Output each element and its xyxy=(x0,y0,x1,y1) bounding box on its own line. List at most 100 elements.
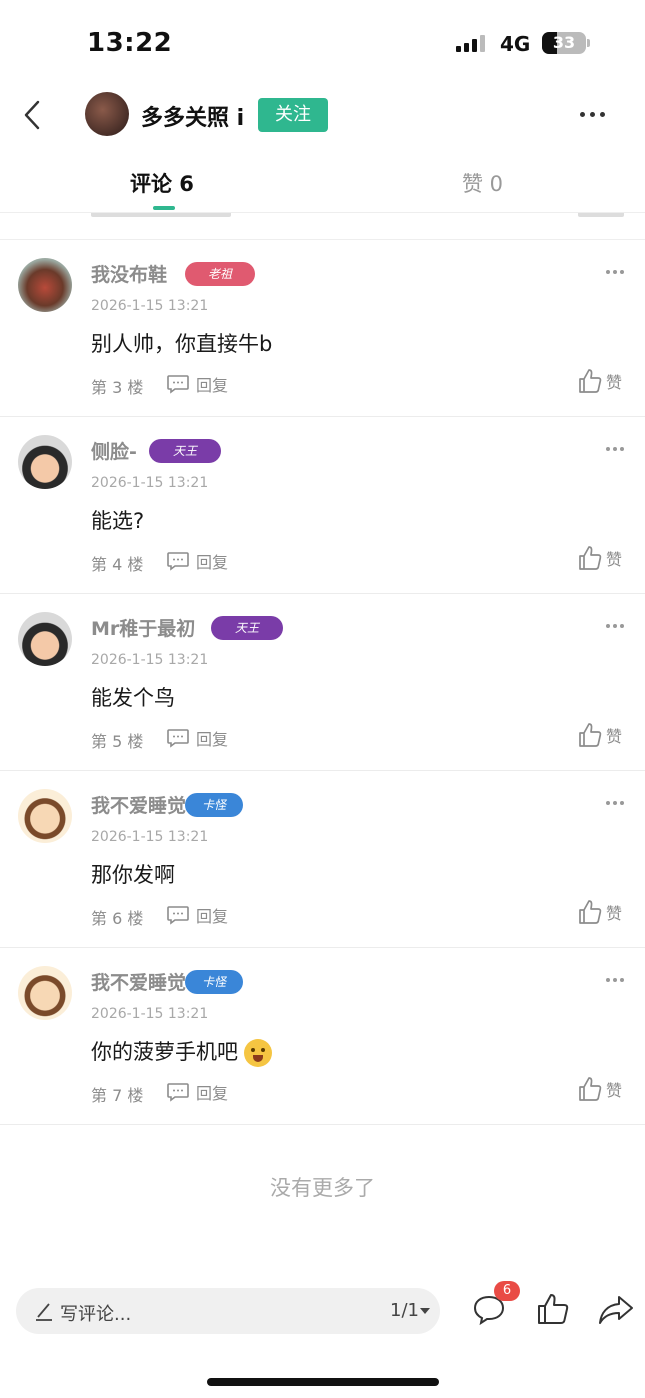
reply-button[interactable]: 回复 xyxy=(166,1080,228,1104)
avatar[interactable] xyxy=(18,258,72,312)
commenter-name[interactable]: Mr稚于最初 xyxy=(91,614,195,641)
author-name[interactable]: 多多关照 i xyxy=(141,100,244,132)
reply-label: 回复 xyxy=(196,907,229,926)
like-button[interactable]: 赞 xyxy=(578,722,622,748)
avatar[interactable] xyxy=(18,435,72,489)
thumbs-up-icon xyxy=(579,369,602,393)
like-label: 赞 xyxy=(606,373,623,392)
reply-icon xyxy=(167,1083,189,1102)
floor-label: 第 6 楼 xyxy=(91,909,144,928)
home-indicator xyxy=(207,1378,439,1386)
comment-more-icon[interactable] xyxy=(606,978,624,982)
comment-time: 2026-1-15 13:21 xyxy=(91,298,209,314)
signal-icon xyxy=(456,34,485,52)
battery-label: 33 xyxy=(552,33,576,52)
back-icon[interactable] xyxy=(22,98,46,132)
tab-indicator xyxy=(153,206,175,210)
status-bar: 13:22 4G 33 xyxy=(0,0,645,88)
comment-time: 2026-1-15 13:21 xyxy=(91,829,209,845)
reply-label: 回复 xyxy=(196,553,229,572)
level-badge: 卡怪 xyxy=(185,793,243,817)
list-item: 侧脸- 天王 2026-1-15 13:21 能选? 第 4 楼 回复 赞 xyxy=(0,417,645,594)
list-item: 我不爱睡觉 卡怪 2026-1-15 13:21 你的菠萝手机吧 第 7 楼 回… xyxy=(0,948,645,1125)
comment-input[interactable]: 写评论... 1/1 xyxy=(16,1288,440,1334)
level-badge: 天王 xyxy=(211,616,283,640)
comment-count-badge: 6 xyxy=(494,1281,520,1301)
floor-label: 第 3 楼 xyxy=(91,378,144,397)
thumbs-up-icon[interactable] xyxy=(536,1292,570,1326)
page-indicator[interactable]: 1/1 xyxy=(390,1300,419,1321)
reply-icon xyxy=(167,375,189,394)
thumbs-up-icon xyxy=(579,723,602,747)
avatar[interactable] xyxy=(18,966,72,1020)
more-icon[interactable] xyxy=(580,104,608,124)
level-badge: 老祖 xyxy=(185,262,255,286)
reply-button[interactable]: 回复 xyxy=(166,549,228,573)
bottom-bar: 写评论... 1/1 6 xyxy=(0,1281,645,1338)
comment-time: 2026-1-15 13:21 xyxy=(91,652,209,668)
comment-text: 能选? xyxy=(91,509,145,533)
like-label: 赞 xyxy=(606,550,623,569)
like-label: 赞 xyxy=(606,1081,623,1100)
floor-label: 第 4 楼 xyxy=(91,555,144,574)
tab-likes[interactable]: 赞 0 xyxy=(462,168,503,198)
level-badge: 天王 xyxy=(149,439,221,463)
pencil-icon xyxy=(36,1303,52,1321)
comment-more-icon[interactable] xyxy=(606,624,624,628)
like-button[interactable]: 赞 xyxy=(578,368,622,394)
comment-more-icon[interactable] xyxy=(606,801,624,805)
status-time: 13:22 xyxy=(87,28,173,58)
reply-icon xyxy=(167,906,189,925)
battery-tip xyxy=(587,39,590,47)
comment-text: 你的菠萝手机吧 xyxy=(91,1036,272,1067)
battery-icon: 33 xyxy=(542,32,586,54)
avatar[interactable] xyxy=(18,612,72,666)
list-item: Mr稚于最初 天王 2026-1-15 13:21 能发个鸟 第 5 楼 回复 … xyxy=(0,594,645,771)
comment-more-icon[interactable] xyxy=(606,270,624,274)
reply-label: 回复 xyxy=(196,730,229,749)
floor-label: 第 7 楼 xyxy=(91,1086,144,1105)
like-label: 赞 xyxy=(606,904,623,923)
avatar[interactable] xyxy=(18,789,72,843)
thumbs-up-icon xyxy=(579,1077,602,1101)
reply-icon xyxy=(167,729,189,748)
list-item: 我不爱睡觉 卡怪 2026-1-15 13:21 那你发啊 第 6 楼 回复 赞 xyxy=(0,771,645,948)
reply-button[interactable]: 回复 xyxy=(166,903,228,927)
thumbs-up-icon xyxy=(579,900,602,924)
like-button[interactable]: 赞 xyxy=(578,545,622,571)
comment-text: 能发个鸟 xyxy=(91,686,175,710)
reply-label: 回复 xyxy=(196,376,229,395)
reply-button[interactable]: 回复 xyxy=(166,372,228,396)
commenter-name[interactable]: 侧脸- xyxy=(91,437,137,464)
level-badge: 卡怪 xyxy=(185,970,243,994)
network-label: 4G xyxy=(500,32,531,56)
comment-more-icon[interactable] xyxy=(606,447,624,451)
tab-bar: 评论 6 赞 0 xyxy=(0,160,645,212)
comment-input-placeholder: 写评论... xyxy=(60,1304,132,1325)
list-item: 我没布鞋 老祖 2026-1-15 13:21 别人帅，你直接牛b 第 3 楼 … xyxy=(0,240,645,417)
comment-time: 2026-1-15 13:21 xyxy=(91,475,209,491)
commenter-name[interactable]: 我不爱睡觉 xyxy=(91,968,186,995)
like-label: 赞 xyxy=(606,727,623,746)
drooling-emoji xyxy=(244,1039,272,1067)
like-button[interactable]: 赞 xyxy=(578,1076,622,1102)
end-of-list-text: 没有更多了 xyxy=(270,1176,375,1200)
share-icon[interactable] xyxy=(598,1294,634,1326)
comment-text: 那你发啊 xyxy=(91,863,175,887)
list-item-partial xyxy=(0,213,645,240)
reply-button[interactable]: 回复 xyxy=(166,726,228,750)
reply-label: 回复 xyxy=(196,1084,229,1103)
chevron-down-icon xyxy=(420,1308,430,1314)
comment-text: 别人帅，你直接牛b xyxy=(91,332,273,356)
commenter-name[interactable]: 我不爱睡觉 xyxy=(91,791,186,818)
like-button[interactable]: 赞 xyxy=(578,899,622,925)
author-avatar[interactable] xyxy=(85,92,129,136)
comment-time: 2026-1-15 13:21 xyxy=(91,1006,209,1022)
commenter-name[interactable]: 我没布鞋 xyxy=(91,260,167,287)
follow-button[interactable]: 关注 xyxy=(258,98,328,132)
nav-bar: 多多关照 i 关注 xyxy=(0,88,645,144)
thumbs-up-icon xyxy=(579,546,602,570)
tab-comments[interactable]: 评论 6 xyxy=(130,168,194,198)
floor-label: 第 5 楼 xyxy=(91,732,144,751)
reply-icon xyxy=(167,552,189,571)
